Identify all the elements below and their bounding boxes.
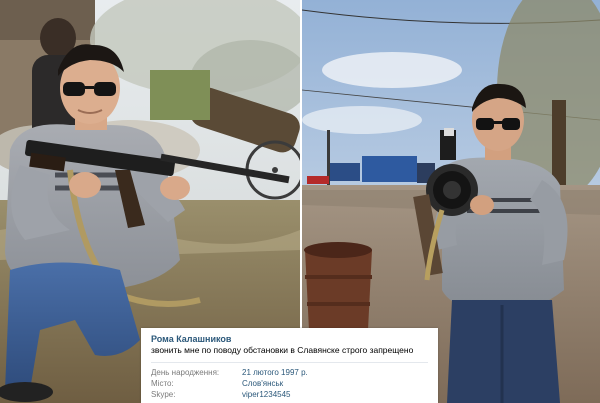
info-row-city: Місто: Слов'янськ [151, 378, 428, 389]
profile-separator [151, 362, 428, 363]
info-value-skype[interactable]: viper1234545 [242, 389, 290, 400]
profile-card: Рома Калашников звонить мне по поводу об… [141, 328, 438, 403]
profile-name[interactable]: Рома Калашников [151, 333, 428, 345]
info-label: Місто: [151, 379, 174, 388]
info-value-birthday[interactable]: 21 лютого 1997 р. [242, 367, 308, 378]
info-row-birthday: День народження: 21 лютого 1997 р. [151, 367, 428, 378]
info-value-city[interactable]: Слов'янськ [242, 378, 283, 389]
info-row-skype: Skype: viper1234545 [151, 389, 428, 400]
info-label: Skype: [151, 390, 176, 399]
info-label: День народження: [151, 368, 220, 377]
profile-status: звонить мне по поводу обстановки в Славя… [151, 345, 414, 355]
